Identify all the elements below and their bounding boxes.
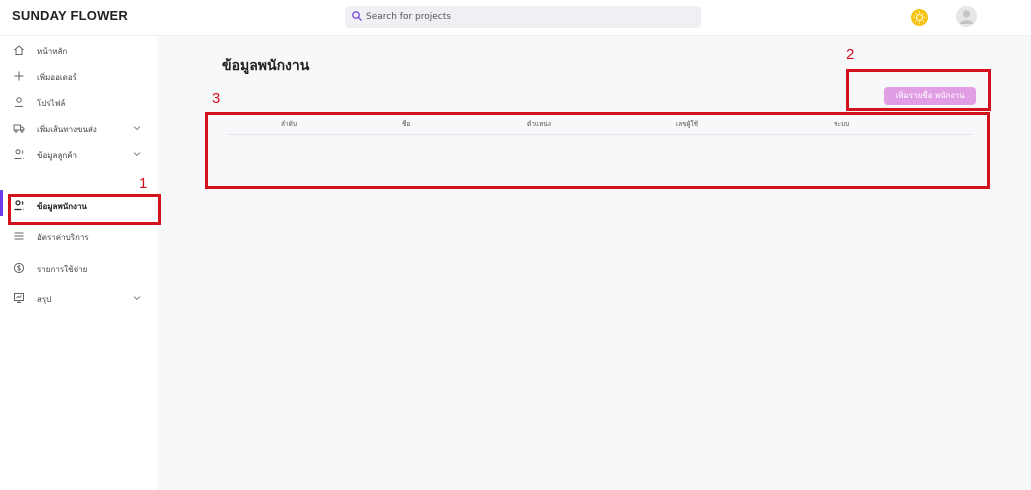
sidebar-item-label: อัตราค่าบริการ bbox=[37, 233, 89, 242]
theme-toggle[interactable] bbox=[908, 9, 945, 26]
annotation-box-2 bbox=[846, 69, 991, 111]
list-icon bbox=[14, 232, 24, 240]
truck-icon bbox=[13, 124, 25, 133]
report-icon bbox=[14, 293, 24, 303]
user-avatar-icon bbox=[960, 10, 973, 24]
avatar[interactable] bbox=[956, 6, 977, 27]
annotation-number-1: 1 bbox=[139, 175, 148, 192]
sidebar-item-label: รายการใช้จ่าย bbox=[37, 265, 88, 274]
sidebar-item-label: หน้าหลัก bbox=[37, 47, 68, 56]
sidebar-item-label: โปรไฟล์ bbox=[37, 99, 66, 108]
dollar-icon bbox=[13, 262, 25, 274]
sidebar-item-customers[interactable]: ข้อมูลลูกค้า bbox=[0, 142, 157, 168]
sidebar-item-summary[interactable]: สรุป bbox=[0, 286, 157, 312]
home-icon bbox=[14, 45, 24, 55]
sidebar-item-label: สรุป bbox=[37, 295, 52, 304]
brand-logo[interactable]: SUNDAY FLOWER bbox=[12, 8, 128, 23]
sun-icon bbox=[911, 9, 928, 26]
page-title: ข้อมูลพนักงาน bbox=[222, 58, 310, 74]
sidebar-item-shipping-route[interactable]: เพิ่มเส้นทางขนส่ง bbox=[0, 116, 157, 142]
search-icon bbox=[352, 11, 362, 21]
sidebar-item-service-rates[interactable]: อัตราค่าบริการ bbox=[0, 224, 157, 250]
users-icon bbox=[14, 149, 24, 159]
chevron-down-icon bbox=[133, 126, 141, 131]
chevron-down-icon bbox=[133, 296, 141, 301]
annotation-box-1 bbox=[8, 194, 161, 225]
annotation-number-2: 2 bbox=[846, 46, 855, 63]
sidebar-item-add-order[interactable]: เพิ่มออเดอร์ bbox=[0, 64, 157, 90]
sidebar-item-label: ข้อมูลลูกค้า bbox=[37, 151, 78, 160]
search-box[interactable] bbox=[345, 6, 701, 28]
sidebar-item-expenses[interactable]: รายการใช้จ่าย bbox=[0, 256, 157, 282]
top-bar: SUNDAY FLOWER bbox=[0, 0, 1031, 36]
search-input[interactable] bbox=[366, 8, 686, 26]
sidebar-item-home[interactable]: หน้าหลัก bbox=[0, 38, 157, 64]
annotation-number-3: 3 bbox=[212, 90, 221, 107]
sidebar-item-label: เพิ่มเส้นทางขนส่ง bbox=[37, 125, 97, 134]
sidebar: หน้าหลัก เพิ่มออเดอร์ โปรไฟล์ เพิ่มเส้นท… bbox=[0, 36, 157, 490]
chevron-down-icon bbox=[133, 152, 141, 157]
sidebar-item-label: เพิ่มออเดอร์ bbox=[37, 73, 77, 82]
annotation-box-3 bbox=[205, 112, 990, 189]
user-icon bbox=[15, 97, 23, 107]
sidebar-item-profile[interactable]: โปรไฟล์ bbox=[0, 90, 157, 116]
plus-icon bbox=[14, 71, 24, 81]
